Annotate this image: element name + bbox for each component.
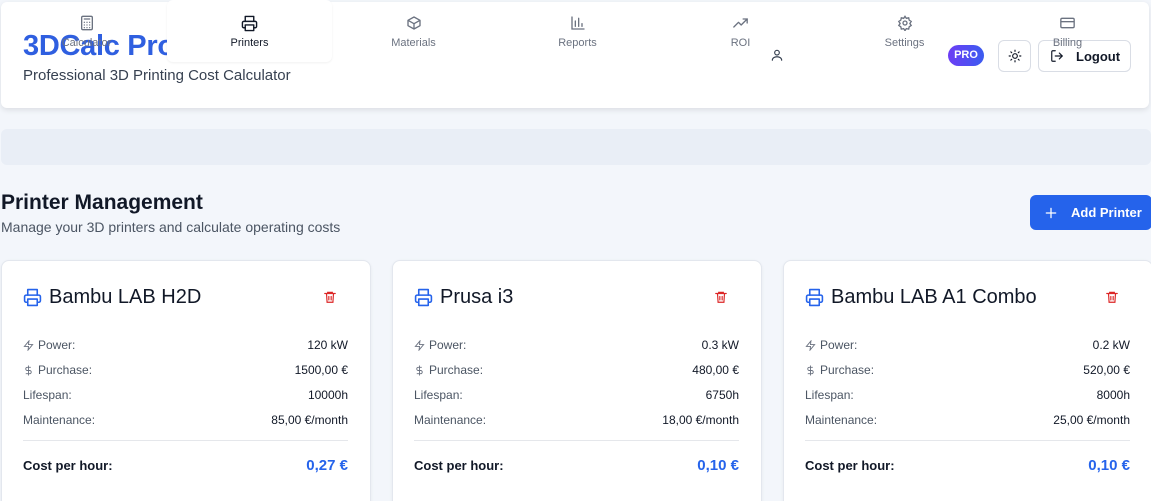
- tab-label: Calculator: [61, 37, 112, 49]
- cost-value: 0,10 €: [1088, 456, 1130, 474]
- purchase-value: 1500,00 €: [294, 363, 348, 377]
- lifespan-value: 10000h: [307, 388, 348, 402]
- power-label: Power:: [820, 338, 858, 352]
- purchase-label: Purchase:: [429, 363, 484, 377]
- tab-label: Printers: [230, 37, 269, 49]
- printer-name: Prusa i3: [440, 286, 514, 308]
- tab-label: ROI: [730, 37, 751, 49]
- zap-icon: [414, 339, 425, 351]
- maintenance-label: Maintenance:: [805, 413, 878, 427]
- dollar-icon: [414, 364, 425, 376]
- printer-icon: [805, 288, 824, 307]
- credit-card-icon: [1059, 15, 1076, 32]
- lifespan-row: Lifespan: 8000h: [805, 387, 1130, 403]
- power-row: Power: 0.3 kW: [414, 337, 739, 353]
- bar-chart-icon: [570, 15, 586, 32]
- tab-label: Settings: [884, 37, 925, 49]
- purchase-label: Purchase:: [820, 363, 875, 377]
- cost-row: Cost per hour: 0,10 €: [805, 454, 1130, 476]
- page-title: Printer Management: [1, 191, 203, 214]
- tab-roi[interactable]: ROI: [658, 0, 823, 62]
- tab-calculator[interactable]: Calculator: [4, 0, 169, 62]
- plus-icon: [1044, 206, 1058, 220]
- tab-materials[interactable]: Materials: [331, 0, 496, 62]
- divider: [414, 440, 739, 441]
- divider: [23, 440, 348, 441]
- delete-printer-button[interactable]: [714, 290, 728, 304]
- lifespan-row: Lifespan: 6750h: [414, 387, 739, 403]
- delete-printer-button[interactable]: [323, 290, 337, 304]
- main-tabs: [1, 129, 1151, 165]
- dollar-icon: [23, 364, 34, 376]
- maintenance-row: Maintenance: 85,00 €/month: [23, 412, 348, 428]
- tab-settings[interactable]: Settings: [822, 0, 987, 62]
- printer-name: Bambu LAB H2D: [49, 286, 202, 308]
- purchase-row: Purchase: 480,00 €: [414, 362, 739, 378]
- gear-icon: [897, 15, 913, 32]
- cost-row: Cost per hour: 0,27 €: [23, 454, 348, 476]
- app-subtitle: Professional 3D Printing Cost Calculator: [23, 67, 291, 84]
- cost-value: 0,10 €: [697, 456, 739, 474]
- cost-value: 0,27 €: [306, 456, 348, 474]
- tab-reports[interactable]: Reports: [495, 0, 660, 62]
- printer-icon: [23, 288, 42, 307]
- lifespan-value: 8000h: [1096, 388, 1130, 402]
- tab-billing[interactable]: Billing: [985, 0, 1150, 62]
- printer-name: Bambu LAB A1 Combo: [831, 286, 1037, 308]
- printer-icon: [241, 15, 258, 32]
- add-printer-label: Add Printer: [1071, 205, 1142, 220]
- tab-printers[interactable]: Printers: [167, 0, 332, 62]
- power-label: Power:: [38, 338, 76, 352]
- purchase-row: Purchase: 520,00 €: [805, 362, 1130, 378]
- maintenance-label: Maintenance:: [23, 413, 96, 427]
- cost-label: Cost per hour:: [805, 457, 895, 473]
- lifespan-row: Lifespan: 10000h: [23, 387, 348, 403]
- dollar-icon: [805, 364, 816, 376]
- cost-label: Cost per hour:: [23, 457, 113, 473]
- cost-row: Cost per hour: 0,10 €: [414, 454, 739, 476]
- power-value: 120 kW: [307, 338, 348, 352]
- power-value: 0.2 kW: [1092, 338, 1130, 352]
- printer-icon: [414, 288, 433, 307]
- purchase-value: 520,00 €: [1083, 363, 1130, 377]
- divider: [805, 440, 1130, 441]
- cost-label: Cost per hour:: [414, 457, 504, 473]
- maintenance-label: Maintenance:: [414, 413, 487, 427]
- maintenance-value: 18,00 €/month: [662, 413, 739, 427]
- box-icon: [406, 15, 422, 32]
- trending-up-icon: [732, 15, 749, 32]
- purchase-value: 480,00 €: [692, 363, 739, 377]
- power-value: 0.3 kW: [701, 338, 739, 352]
- zap-icon: [805, 339, 816, 351]
- purchase-label: Purchase:: [38, 363, 93, 377]
- lifespan-label: Lifespan:: [414, 388, 463, 402]
- add-printer-button[interactable]: Add Printer: [1030, 195, 1151, 230]
- lifespan-label: Lifespan:: [805, 388, 854, 402]
- purchase-row: Purchase: 1500,00 €: [23, 362, 348, 378]
- power-row: Power: 120 kW: [23, 337, 348, 353]
- tab-label: Reports: [558, 37, 597, 49]
- tab-label: Billing: [1052, 37, 1083, 49]
- zap-icon: [23, 339, 34, 351]
- maintenance-value: 25,00 €/month: [1053, 413, 1130, 427]
- maintenance-row: Maintenance: 25,00 €/month: [805, 412, 1130, 428]
- maintenance-value: 85,00 €/month: [271, 413, 348, 427]
- lifespan-value: 6750h: [705, 388, 739, 402]
- maintenance-row: Maintenance: 18,00 €/month: [414, 412, 739, 428]
- lifespan-label: Lifespan:: [23, 388, 72, 402]
- tab-label: Materials: [391, 37, 436, 49]
- delete-printer-button[interactable]: [1105, 290, 1119, 304]
- page-subtitle: Manage your 3D printers and calculate op…: [1, 219, 341, 235]
- power-label: Power:: [429, 338, 467, 352]
- power-row: Power: 0.2 kW: [805, 337, 1130, 353]
- calculator-icon: [79, 15, 95, 32]
